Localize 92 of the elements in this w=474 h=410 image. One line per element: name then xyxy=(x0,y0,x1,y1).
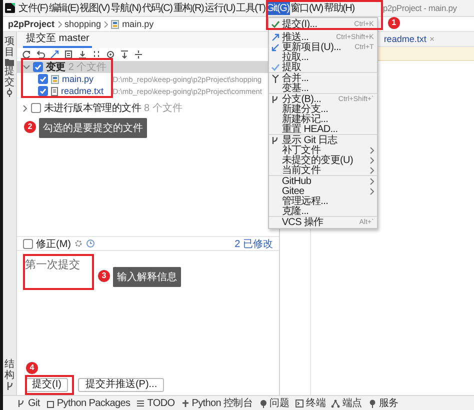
menu-item[interactable]: 编辑(E) xyxy=(48,0,80,16)
tool-window-button[interactable]: Python Packages xyxy=(46,398,130,408)
list-icon xyxy=(136,398,146,408)
checkbox[interactable] xyxy=(31,103,41,113)
arrows-icon xyxy=(50,50,59,59)
menu-item[interactable]: 未提交的变更(U) xyxy=(268,155,377,165)
pin-icon xyxy=(368,398,377,408)
app-icon xyxy=(5,3,15,13)
callout-label: 勾选的是要提交的文件 xyxy=(39,118,147,138)
tool-window-button[interactable]: 问题 xyxy=(258,396,290,410)
git-branch-icon xyxy=(270,94,280,104)
breadcrumb-item[interactable]: shopping xyxy=(64,19,102,29)
file-count: 2 个文件 xyxy=(68,61,107,74)
annotation-frame xyxy=(25,375,74,395)
tool-window-button[interactable]: 终端 xyxy=(295,396,326,410)
document-icon xyxy=(64,50,73,59)
menu-item[interactable]: 运行(U) xyxy=(204,0,236,16)
tool-window-button[interactable]: TODO xyxy=(136,398,175,408)
check-icon xyxy=(270,20,280,28)
tool-window-button[interactable]: 结构 xyxy=(4,359,14,381)
menu-item[interactable]: 重构(R) xyxy=(172,0,204,16)
modified-link[interactable]: 2 已修改 xyxy=(234,236,273,250)
menu-item[interactable]: 补丁文件 xyxy=(268,145,377,155)
undo-icon xyxy=(36,50,45,59)
menu-item[interactable]: 代码(C) xyxy=(141,0,173,16)
tool-window-button[interactable]: Git xyxy=(17,398,40,408)
clock-icon xyxy=(86,239,95,248)
checkbox[interactable] xyxy=(23,238,33,248)
menu-item[interactable]: 显示 Git 日志 xyxy=(268,135,377,145)
menu-item[interactable]: 克隆... xyxy=(268,206,377,216)
chevron-right-icon xyxy=(58,20,62,28)
commit-and-push-button[interactable]: 提交并推送(P)... xyxy=(78,378,164,392)
python-file-icon xyxy=(111,20,120,28)
menu-item[interactable]: GitHub xyxy=(268,176,377,186)
menu-item[interactable]: 管理远程... xyxy=(268,196,377,206)
breadcrumb-item[interactable]: p2pProject xyxy=(8,19,55,29)
breadcrumb-item[interactable]: main.py xyxy=(122,19,154,29)
checkbox[interactable] xyxy=(38,74,48,84)
menu-item[interactable]: 工具(T) xyxy=(236,0,266,16)
tool-window-button[interactable]: 服务 xyxy=(368,396,398,410)
menu-item[interactable]: 窗口(W) xyxy=(290,0,324,16)
grid-icon xyxy=(92,50,101,59)
chevron-right-icon xyxy=(104,20,108,28)
network-icon xyxy=(331,398,340,408)
commit-message-field[interactable]: 第一次提交 xyxy=(25,259,80,271)
tool-window-button[interactable]: 项目 xyxy=(4,36,14,58)
menu-item[interactable]: 导航(N) xyxy=(110,0,142,16)
download-icon xyxy=(78,50,87,59)
amend-label: 修正(M) xyxy=(36,238,71,250)
callout-label: 输入解释信息 xyxy=(113,267,181,287)
step-badge: 1 xyxy=(388,17,400,29)
menu-item[interactable]: 合并... xyxy=(268,73,377,83)
git-branch-icon xyxy=(6,381,14,391)
arrow-up-right-icon xyxy=(270,32,280,42)
terminal-icon xyxy=(295,398,304,408)
menu-item[interactable]: 帮助(H) xyxy=(323,0,355,16)
tool-window-button[interactable]: 端点 xyxy=(331,396,362,410)
menu-item[interactable]: 拉取... xyxy=(268,52,377,62)
menu-item[interactable]: 当前文件 xyxy=(268,165,377,175)
python-file-icon xyxy=(51,74,59,84)
git-branch-icon xyxy=(17,398,26,408)
checkbox[interactable] xyxy=(33,62,43,72)
folder-icon xyxy=(5,58,14,66)
eye-icon xyxy=(106,50,115,59)
menu-item[interactable]: 提取 xyxy=(268,62,377,72)
file-count: 8 个文件 xyxy=(144,102,182,115)
tool-window-button[interactable]: Python 控制台 xyxy=(180,396,253,410)
menu-item[interactable]: Gitee xyxy=(268,186,377,196)
editor-tab[interactable]: readme.txt xyxy=(384,34,426,44)
expand-all-icon xyxy=(120,50,129,59)
menu-item[interactable]: 新建标记... xyxy=(268,114,377,124)
window-title: p2pProject - main.py xyxy=(382,3,457,13)
arrow-down-left-icon xyxy=(270,42,280,52)
group-label: 未进行版本管理的文件 xyxy=(44,102,142,115)
checkbox[interactable] xyxy=(38,86,48,96)
text-file-icon xyxy=(51,86,58,96)
menu-item[interactable]: 视图(V) xyxy=(79,0,110,16)
refresh-icon xyxy=(22,50,31,59)
menu-item[interactable]: 变基... xyxy=(268,83,377,93)
commit-icon xyxy=(5,88,14,97)
menu-item[interactable]: 文件(F) xyxy=(18,0,48,16)
annotation-frame xyxy=(23,254,94,290)
git-branch-icon xyxy=(270,136,280,144)
file-name: main.py xyxy=(62,74,94,84)
check-icon xyxy=(270,62,280,72)
merge-icon xyxy=(270,74,280,82)
tool-window-button[interactable]: 提交 xyxy=(4,66,14,88)
file-name: readme.txt xyxy=(61,86,104,96)
menu-item[interactable]: 重置 HEAD... xyxy=(268,124,377,134)
package-icon xyxy=(46,398,55,408)
commit-button[interactable]: 提交(I) xyxy=(25,378,68,392)
group-label: 变更 xyxy=(46,61,66,74)
